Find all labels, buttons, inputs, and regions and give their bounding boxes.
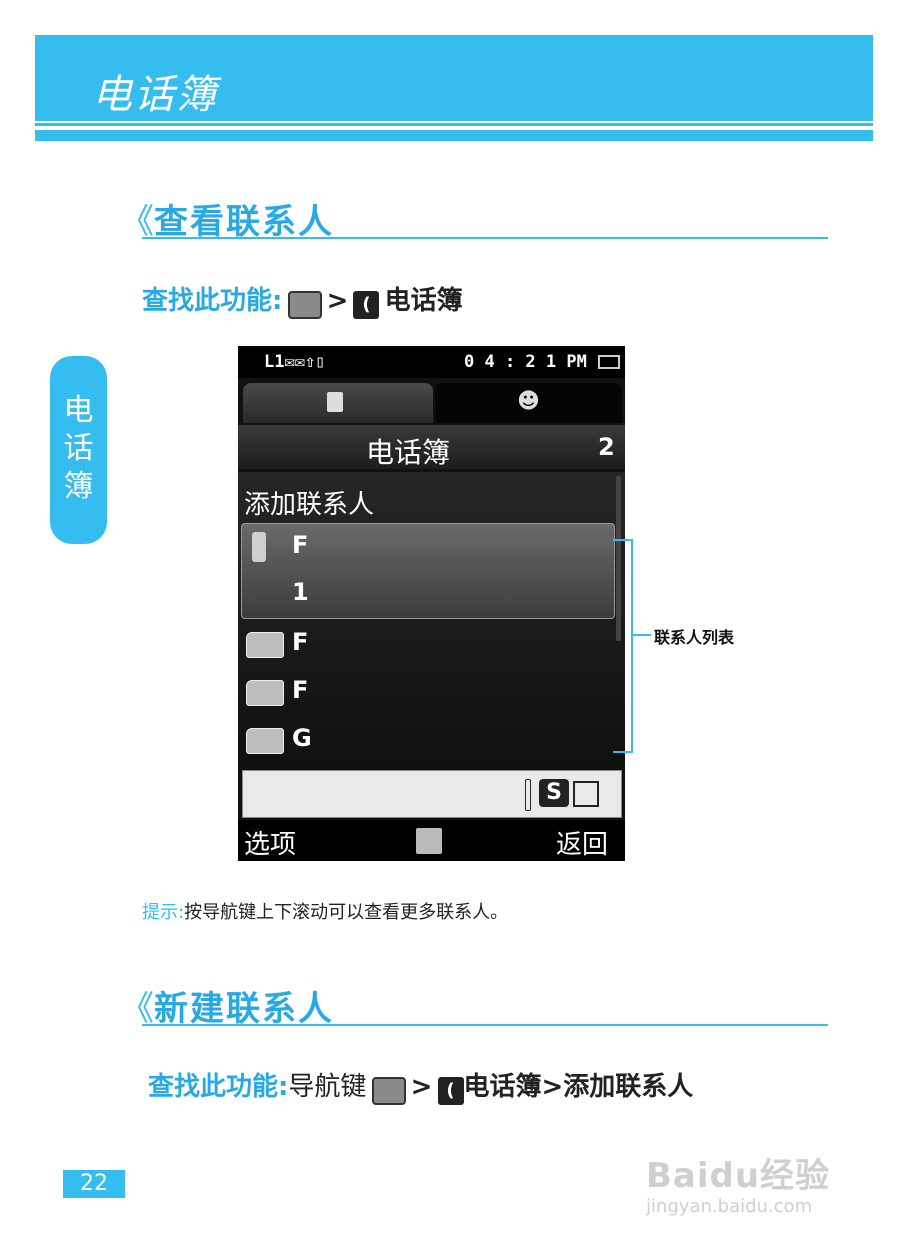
contact-card-icon bbox=[246, 632, 284, 658]
battery-icon bbox=[598, 355, 620, 369]
screen-title: 电话簿 bbox=[366, 436, 451, 469]
contact-number[interactable]: 1 bbox=[292, 578, 309, 606]
find-feature-line: 查找此功能:导航键 > (电话簿>添加联系人 bbox=[148, 1066, 693, 1105]
chevron-icon: 《 bbox=[120, 202, 154, 242]
side-tab-label: 电话簿 bbox=[63, 393, 94, 504]
header-rule bbox=[35, 123, 873, 126]
contact-card-icon bbox=[246, 728, 284, 754]
find-label: 查找此功能: bbox=[148, 1072, 289, 1102]
watermark-url: jingyan.baidu.com bbox=[646, 1196, 813, 1217]
section-rule bbox=[142, 1024, 828, 1026]
tip-label: 提示: bbox=[142, 902, 185, 923]
menu-key-icon bbox=[371, 1076, 406, 1105]
header-rule-thick bbox=[35, 130, 873, 141]
input-mode-icon[interactable]: S bbox=[539, 779, 569, 807]
text-cursor-icon bbox=[525, 779, 531, 811]
watermark-logo: Baidu经验 bbox=[646, 1156, 831, 1196]
menu-key-icon bbox=[287, 290, 322, 319]
tab-contacts-list[interactable] bbox=[243, 383, 433, 423]
contact-card-icon bbox=[246, 680, 284, 706]
back-softkey[interactable]: 返回 bbox=[556, 824, 608, 861]
tip-text: 按导航键上下滚动可以查看更多联系人。 bbox=[184, 902, 509, 923]
callout-bracket bbox=[613, 539, 633, 753]
phonebook-icon: ( bbox=[437, 1076, 464, 1105]
add-contact-item[interactable]: 添加联系人 bbox=[244, 484, 374, 521]
tip: 提示:按导航键上下滚动可以查看更多联系人。 bbox=[142, 898, 508, 924]
find-target: 电话簿>添加联系人 bbox=[463, 1072, 694, 1102]
find-feature-line: 查找此功能: > ( 电话簿 bbox=[142, 280, 463, 319]
contact-count: 2 bbox=[598, 433, 615, 461]
symbol-input-icon[interactable] bbox=[573, 781, 599, 807]
group-icon: ☻ bbox=[517, 389, 540, 414]
find-prefix: 导航键 bbox=[288, 1072, 367, 1102]
search-icon[interactable] bbox=[416, 828, 442, 854]
contact-name[interactable]: F bbox=[292, 531, 308, 559]
contact-name[interactable]: F bbox=[292, 628, 308, 656]
contact-name[interactable]: F bbox=[292, 676, 308, 704]
mobile-phone-icon bbox=[252, 532, 266, 562]
status-icons: L1✉✉⇧▯ bbox=[264, 352, 326, 372]
header-title: 电话簿 bbox=[92, 72, 218, 118]
search-input[interactable]: S bbox=[242, 770, 622, 818]
section-heading: 《新建联系人 bbox=[120, 981, 334, 1030]
section-rule bbox=[142, 237, 828, 239]
list-icon bbox=[327, 392, 343, 412]
contact-name[interactable]: G bbox=[292, 724, 312, 752]
status-bar: L1✉✉⇧▯ 0 4 : 2 1 PM bbox=[238, 346, 625, 378]
clock: 0 4 : 2 1 PM bbox=[464, 352, 587, 372]
callout-line bbox=[631, 634, 651, 636]
section-title: 新建联系人 bbox=[154, 989, 334, 1029]
find-target: 电话簿 bbox=[384, 286, 463, 316]
find-arrow: > bbox=[410, 1072, 433, 1102]
find-arrow: > bbox=[326, 286, 349, 316]
screen-title-bar: 电话簿 2 bbox=[238, 425, 625, 469]
section-heading: 《查看联系人 bbox=[120, 194, 334, 243]
find-label: 查找此功能: bbox=[142, 286, 283, 316]
page-number: 22 bbox=[63, 1170, 125, 1198]
options-softkey[interactable]: 选项 bbox=[244, 824, 296, 861]
chevron-icon: 《 bbox=[120, 989, 154, 1029]
softkey-bar: 选项 返回 bbox=[238, 820, 625, 861]
phonebook-icon: ( bbox=[353, 290, 380, 319]
callout-label: 联系人列表 bbox=[654, 628, 735, 647]
section-title: 查看联系人 bbox=[154, 202, 334, 242]
tab-groups[interactable]: ☻ bbox=[435, 383, 622, 423]
